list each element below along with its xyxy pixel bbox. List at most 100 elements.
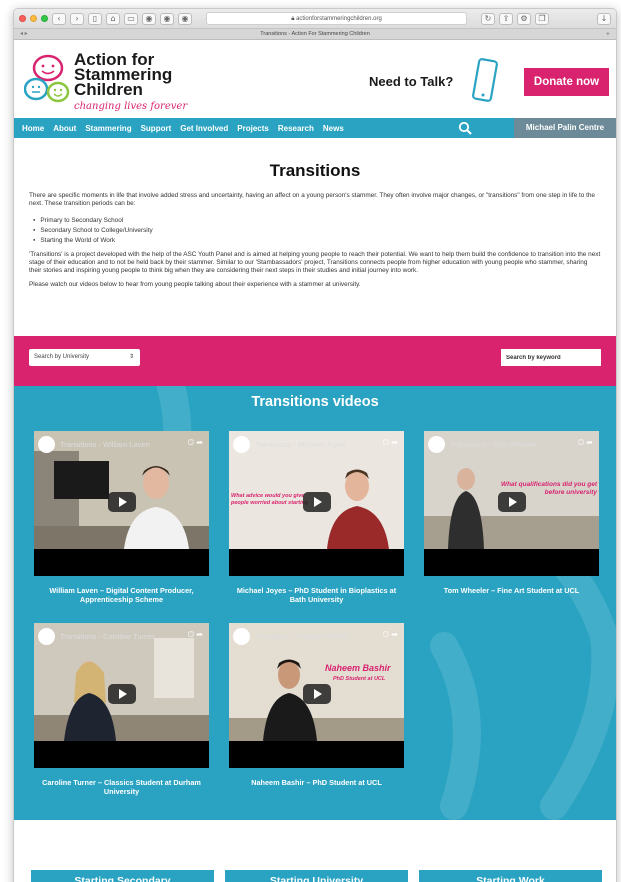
browser-window: ‹ › ▯ ⌂ ▭ ◉ ◉ ◉ 🔒︎ actionforstammeringch… bbox=[13, 8, 617, 882]
nav-item-home[interactable]: Home bbox=[22, 124, 44, 133]
video-thumbnail[interactable]: Transitions - Caroline Turner 🕓︎ ➦ bbox=[34, 623, 209, 768]
videos-title: Transitions videos bbox=[251, 394, 379, 410]
tab-title[interactable]: Transitions - Action For Stammering Chil… bbox=[260, 31, 370, 37]
page-title: Transitions bbox=[269, 161, 361, 180]
university-select[interactable]: Search by University ⇕ bbox=[29, 349, 140, 366]
logo-line: Children bbox=[74, 80, 143, 99]
browser-toolbar: ‹ › ▯ ⌂ ▭ ◉ ◉ ◉ 🔒︎ actionforstammeringch… bbox=[14, 9, 616, 29]
keyword-search-input[interactable] bbox=[501, 349, 601, 366]
close-window-icon[interactable] bbox=[19, 15, 26, 22]
play-icon[interactable] bbox=[303, 492, 331, 512]
video-card[interactable]: Transitions - William Laven 🕓︎ ➦ William… bbox=[34, 431, 209, 604]
transition-stage-links: Starting Secondary Starting University S… bbox=[14, 820, 616, 882]
download-icon[interactable]: ↓ bbox=[597, 12, 611, 25]
video-title[interactable]: Transitions - Michael Joyes bbox=[255, 440, 370, 449]
need-to-talk-link[interactable]: Need to Talk? bbox=[369, 74, 453, 89]
nav-item-stammering[interactable]: Stammering bbox=[85, 124, 131, 133]
search-icon[interactable] bbox=[458, 121, 472, 135]
address-bar[interactable]: 🔒︎ actionforstammeringchildren.org bbox=[206, 12, 467, 25]
video-header: Transitions - Naheem Bashir bbox=[229, 623, 404, 649]
video-header: Transitions - William Laven bbox=[34, 431, 209, 457]
intro-section: Transitions There are specific moments i… bbox=[14, 138, 616, 336]
play-icon[interactable] bbox=[108, 684, 136, 704]
play-icon[interactable] bbox=[303, 684, 331, 704]
settings-icon[interactable]: ⚙ bbox=[517, 12, 531, 25]
tab-bar: ◂ ▸ Transitions - Action For Stammering … bbox=[14, 29, 616, 40]
video-thumbnail[interactable]: Transitions - William Laven 🕓︎ ➦ bbox=[34, 431, 209, 576]
logo-tagline: changing lives forever bbox=[74, 101, 188, 112]
reload-icon[interactable]: ↻ bbox=[481, 12, 495, 25]
video-caption[interactable]: Caroline Turner – Classics Student at Du… bbox=[34, 778, 209, 796]
filter-bar: Search by University ⇕ bbox=[14, 336, 616, 386]
video-card[interactable]: What advice would you give people worrie… bbox=[229, 431, 404, 604]
back-icon[interactable]: ‹ bbox=[52, 12, 66, 25]
channel-logo-icon bbox=[38, 435, 55, 453]
intro-paragraph: There are specific moments in life that … bbox=[29, 192, 595, 208]
play-icon[interactable] bbox=[108, 492, 136, 512]
site-header: Action for Stammering Children changing … bbox=[14, 40, 616, 118]
tab-arrow-icon[interactable]: ◂ ▸ bbox=[20, 29, 28, 40]
video-card[interactable]: Naheem Bashir PhD Student at UCL Transit… bbox=[229, 623, 404, 787]
video-caption[interactable]: Naheem Bashir – PhD Student at UCL bbox=[229, 778, 404, 787]
zoom-window-icon[interactable] bbox=[41, 15, 48, 22]
starting-secondary-button[interactable]: Starting Secondary bbox=[31, 870, 214, 882]
nav-item-michael-palin-centre[interactable]: Michael Palin Centre bbox=[514, 118, 616, 138]
video-thumbnail[interactable]: What advice would you give people worrie… bbox=[229, 431, 404, 576]
list-item: Starting the World of Work bbox=[33, 235, 601, 245]
channel-logo-icon bbox=[233, 435, 250, 453]
tabs-icon[interactable]: ❐ bbox=[535, 12, 549, 25]
video-header: Transitions - Tom Wheeler bbox=[424, 431, 599, 457]
sidebar-icon[interactable]: ▯ bbox=[88, 12, 102, 25]
starting-university-button[interactable]: Starting University bbox=[225, 870, 408, 882]
new-tab-icon[interactable]: + bbox=[606, 29, 610, 40]
logo-faces-icon[interactable] bbox=[24, 54, 70, 104]
extension-icon[interactable]: ◉ bbox=[178, 12, 192, 25]
nav-item-research[interactable]: Research bbox=[278, 124, 314, 133]
list-item: Primary to Secondary School bbox=[33, 215, 601, 225]
video-header: Transitions - Michael Joyes bbox=[229, 431, 404, 457]
list-item: Secondary School to College/University bbox=[33, 225, 601, 235]
home-icon[interactable]: ⌂ bbox=[106, 12, 120, 25]
video-card[interactable]: What qualifications did you get before u… bbox=[424, 431, 599, 595]
donate-button[interactable]: Donate now bbox=[524, 68, 609, 96]
intro-paragraph: 'Transitions' is a project developed wit… bbox=[29, 250, 601, 275]
extension-icon[interactable]: ◉ bbox=[160, 12, 174, 25]
video-thumbnail[interactable]: Naheem Bashir PhD Student at UCL Transit… bbox=[229, 623, 404, 768]
video-title[interactable]: Transitions - William Laven bbox=[60, 440, 175, 449]
url-text: actionforstammeringchildren.org bbox=[296, 16, 382, 22]
main-nav: Home About Stammering Support Get Involv… bbox=[14, 118, 616, 138]
videos-section: Transitions videos Transitions - William… bbox=[14, 386, 616, 831]
pocket-icon[interactable]: ▭ bbox=[124, 12, 138, 25]
play-icon[interactable] bbox=[498, 492, 526, 512]
video-card[interactable]: Transitions - Caroline Turner 🕓︎ ➦ Carol… bbox=[34, 623, 209, 796]
lock-icon: 🔒︎ bbox=[291, 16, 295, 22]
video-overlay-subtext: PhD Student at UCL bbox=[333, 676, 386, 682]
nav-item-news[interactable]: News bbox=[323, 124, 344, 133]
starting-work-button[interactable]: Starting Work bbox=[419, 870, 602, 882]
nav-item-support[interactable]: Support bbox=[141, 124, 172, 133]
phone-icon[interactable] bbox=[471, 58, 499, 104]
video-title[interactable]: Transitions - Caroline Turner bbox=[60, 632, 175, 641]
video-overlay-text: Naheem Bashir bbox=[325, 663, 391, 673]
video-caption[interactable]: Tom Wheeler – Fine Art Student at UCL bbox=[424, 586, 599, 595]
video-title[interactable]: Transitions - Naheem Bashir bbox=[255, 632, 370, 641]
video-caption[interactable]: William Laven – Digital Content Producer… bbox=[34, 586, 209, 604]
share-icon[interactable]: ⇪ bbox=[499, 12, 513, 25]
video-header: Transitions - Caroline Turner bbox=[34, 623, 209, 649]
minimize-window-icon[interactable] bbox=[30, 15, 37, 22]
transition-list: Primary to Secondary School Secondary Sc… bbox=[33, 215, 601, 245]
forward-icon[interactable]: › bbox=[70, 12, 84, 25]
video-caption[interactable]: Michael Joyes – PhD Student in Bioplasti… bbox=[229, 586, 404, 604]
channel-logo-icon bbox=[428, 435, 445, 453]
extension-icon[interactable]: ◉ bbox=[142, 12, 156, 25]
nav-item-get-involved[interactable]: Get Involved bbox=[180, 124, 228, 133]
nav-item-projects[interactable]: Projects bbox=[237, 124, 269, 133]
video-title[interactable]: Transitions - Tom Wheeler bbox=[450, 440, 565, 449]
channel-logo-icon bbox=[233, 627, 250, 645]
chevron-updown-icon: ⇕ bbox=[128, 354, 134, 360]
intro-paragraph: Please watch our videos below to hear fr… bbox=[29, 281, 361, 289]
nav-item-about[interactable]: About bbox=[53, 124, 76, 133]
video-thumbnail[interactable]: What qualifications did you get before u… bbox=[424, 431, 599, 576]
logo-wordmark[interactable]: Action for Stammering Children bbox=[74, 51, 194, 99]
channel-logo-icon bbox=[38, 627, 55, 645]
